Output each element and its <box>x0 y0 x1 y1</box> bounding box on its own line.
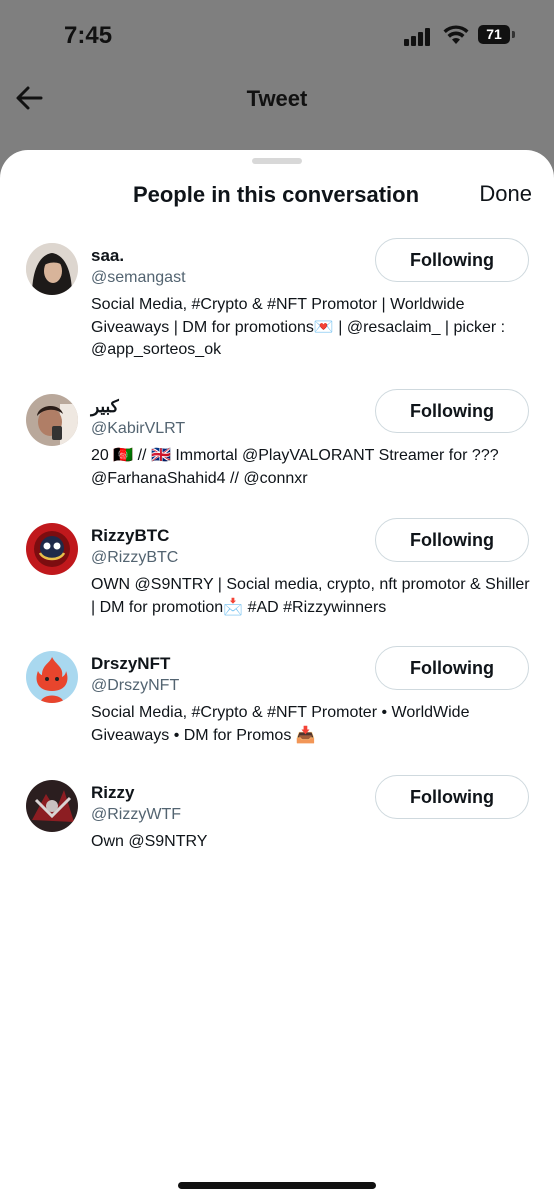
following-button[interactable]: Following <box>375 646 529 690</box>
following-button[interactable]: Following <box>375 389 529 433</box>
wifi-icon <box>443 25 469 44</box>
home-indicator[interactable] <box>178 1182 376 1189</box>
user-bio: Own @S9NTRY <box>91 833 208 850</box>
battery-level: 71 <box>478 25 510 44</box>
page-title: Tweet <box>246 86 308 111</box>
user-handle[interactable]: @semangast <box>91 269 186 287</box>
avatar[interactable] <box>26 780 78 832</box>
user-name[interactable]: Rizzy <box>91 783 134 803</box>
user-handle[interactable]: @RizzyBTC <box>91 549 178 567</box>
sheet-title: People in this conversation <box>132 182 420 207</box>
list-item[interactable]: كبير @KabirVLRT Following 20 🇦🇫 // 🇬🇧 Im… <box>0 389 554 509</box>
list-item[interactable]: Rizzy @RizzyWTF Following Own @S9NTRY <box>0 775 554 865</box>
user-handle[interactable]: @KabirVLRT <box>91 420 185 438</box>
people-sheet: People in this conversation Done saa. @s… <box>0 150 554 1200</box>
list-item[interactable]: RizzyBTC @RizzyBTC Following OWN @S9NTRY… <box>0 518 554 638</box>
user-name[interactable]: DrszyNFT <box>91 654 170 674</box>
user-name[interactable]: كبير <box>91 397 119 417</box>
user-bio: 20 🇦🇫 // 🇬🇧 Immortal @PlayVALORANT Strea… <box>91 447 499 487</box>
list-item[interactable]: DrszyNFT @DrszyNFT Following Social Medi… <box>0 646 554 766</box>
user-name[interactable]: RizzyBTC <box>91 526 169 546</box>
sheet-grabber[interactable] <box>252 158 302 164</box>
user-handle[interactable]: @RizzyWTF <box>91 806 181 824</box>
avatar[interactable] <box>26 523 78 575</box>
battery-icon: 71 <box>478 25 516 46</box>
following-button[interactable]: Following <box>375 775 529 819</box>
avatar[interactable] <box>26 394 78 446</box>
following-button[interactable]: Following <box>375 238 529 282</box>
status-time: 7:45 <box>64 22 113 49</box>
avatar[interactable] <box>26 243 78 295</box>
following-button[interactable]: Following <box>375 518 529 562</box>
avatar[interactable] <box>26 651 78 703</box>
done-button[interactable]: Done <box>479 181 532 207</box>
user-handle[interactable]: @DrszyNFT <box>91 677 179 695</box>
list-item[interactable]: saa. @semangast Following Social Media, … <box>0 238 554 378</box>
user-name[interactable]: saa. <box>91 246 124 266</box>
user-bio: Social Media, #Crypto & #NFT Promotor | … <box>91 296 506 358</box>
cellular-signal-icon <box>404 28 432 46</box>
status-bar: 7:45 71 <box>0 0 554 72</box>
user-bio: OWN @S9NTRY | Social media, crypto, nft … <box>91 576 530 616</box>
user-bio: Social Media, #Crypto & #NFT Promoter • … <box>91 704 470 744</box>
